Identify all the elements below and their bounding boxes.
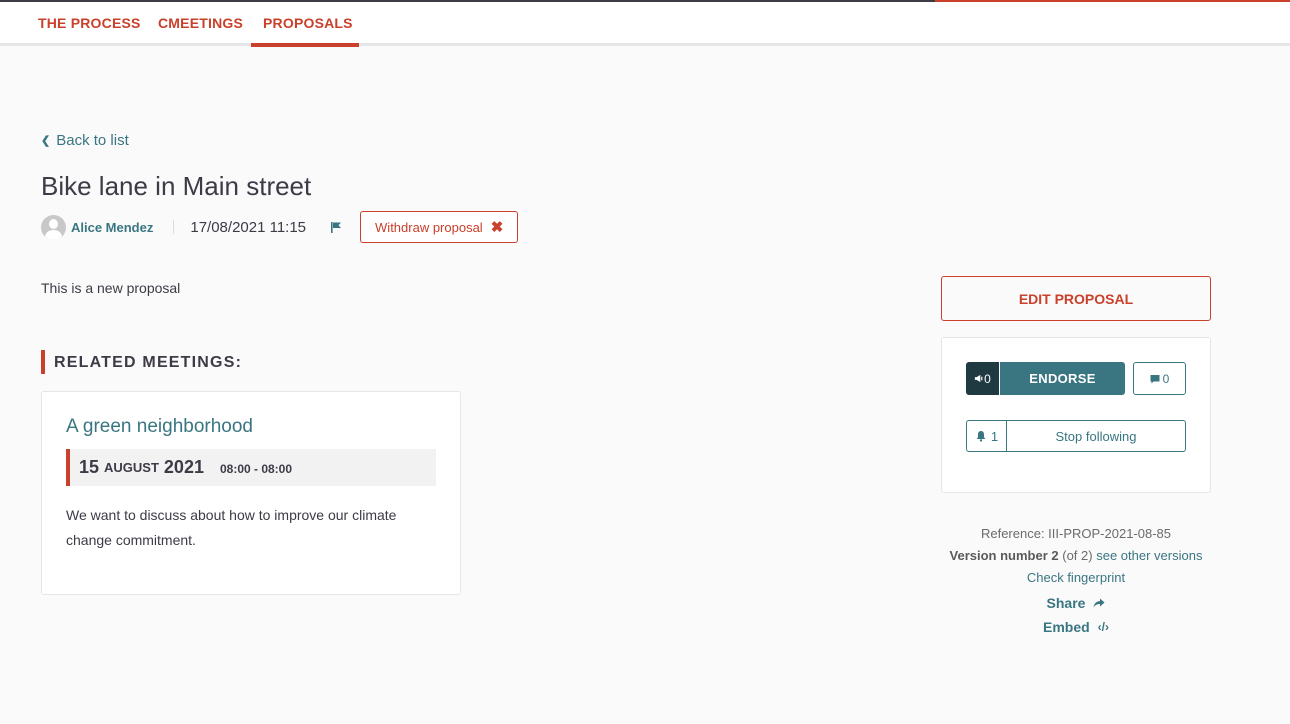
proposal-meta: Alice Mendez 17/08/2021 11:15 Withdraw p…	[41, 211, 519, 243]
code-icon: ‹/›	[1097, 620, 1109, 634]
embed-link[interactable]: Embed ‹/›	[941, 615, 1211, 639]
endorse-count-box: 0	[966, 362, 1000, 395]
page-title: Bike lane in Main street	[41, 171, 312, 201]
embed-label: Embed	[1042, 619, 1090, 635]
related-meetings-heading: RELATED MEETINGS:	[41, 350, 242, 374]
tab-the-process[interactable]: THE PROCESS	[38, 15, 141, 31]
edit-proposal-button[interactable]: EDIT PROPOSAL	[941, 276, 1211, 321]
bell-icon	[976, 431, 986, 442]
version-number: Version number 2	[949, 548, 1059, 563]
proposal-actions: 0 ENDORSE 0 1 Stop following	[941, 337, 1211, 493]
withdraw-proposal-label: Withdraw proposal	[375, 219, 483, 235]
followers-count: 1	[990, 428, 999, 444]
flag-icon[interactable]	[330, 221, 342, 233]
meeting-year: 2021	[163, 457, 204, 477]
see-other-versions-link[interactable]: see other versions	[1096, 548, 1202, 563]
proposal-date: 17/08/2021 11:15	[190, 218, 307, 236]
stop-following-button[interactable]: 1 Stop following	[966, 420, 1186, 452]
check-fingerprint-link[interactable]: Check fingerprint	[941, 569, 1211, 591]
back-to-list-link[interactable]: ❮ Back to list	[41, 132, 129, 149]
tab-meetings[interactable]: CMEETINGS	[158, 15, 243, 31]
meeting-day: 15	[79, 457, 100, 477]
meeting-date: 15 August 2021 08:00 - 08:00	[66, 449, 436, 486]
active-tab-indicator	[251, 43, 359, 47]
avatar[interactable]	[41, 214, 66, 240]
meeting-title-link[interactable]: A green neighborhood	[66, 416, 253, 438]
tab-proposals[interactable]: PROPOSALS	[263, 15, 353, 31]
back-to-list-label: Back to list	[56, 132, 129, 149]
meeting-card: A green neighborhood 15 August 2021 08:0…	[41, 391, 461, 595]
followers-count-box: 1	[967, 421, 1007, 451]
proposal-body: This is a new proposal	[41, 280, 181, 296]
meeting-time: 08:00 - 08:00	[219, 462, 293, 476]
reference-text: Reference: III-PROP-2021-08-85	[980, 526, 1172, 541]
close-icon: ✖	[490, 219, 504, 236]
share-link[interactable]: Share	[941, 591, 1211, 615]
comment-icon	[1150, 374, 1160, 383]
chevron-left-icon: ❮	[41, 135, 51, 147]
withdraw-proposal-button[interactable]: Withdraw proposal ✖	[360, 211, 519, 243]
endorse-label: ENDORSE	[1000, 362, 1125, 395]
version-info: Version number 2 (of 2) see other versio…	[941, 547, 1211, 569]
meta-divider	[173, 220, 175, 234]
meeting-description: We want to discuss about how to improve …	[66, 507, 397, 548]
version-total: (of 2)	[1062, 548, 1093, 563]
author-link[interactable]: Alice Mendez	[71, 220, 153, 235]
endorse-count: 0	[984, 371, 991, 386]
process-nav: THE PROCESS CMEETINGS PROPOSALS	[0, 2, 1290, 47]
share-label: Share	[1046, 595, 1086, 611]
endorse-button[interactable]: 0 ENDORSE	[966, 362, 1125, 395]
share-icon	[1093, 598, 1105, 608]
comments-count-button[interactable]: 0	[1133, 362, 1186, 395]
comments-count: 0	[1162, 371, 1170, 386]
megaphone-icon	[975, 374, 983, 383]
proposal-reference-block: Reference: III-PROP-2021-08-85 Version n…	[941, 525, 1211, 639]
stop-following-label: Stop following	[1055, 428, 1137, 444]
meeting-month: August	[104, 460, 159, 475]
